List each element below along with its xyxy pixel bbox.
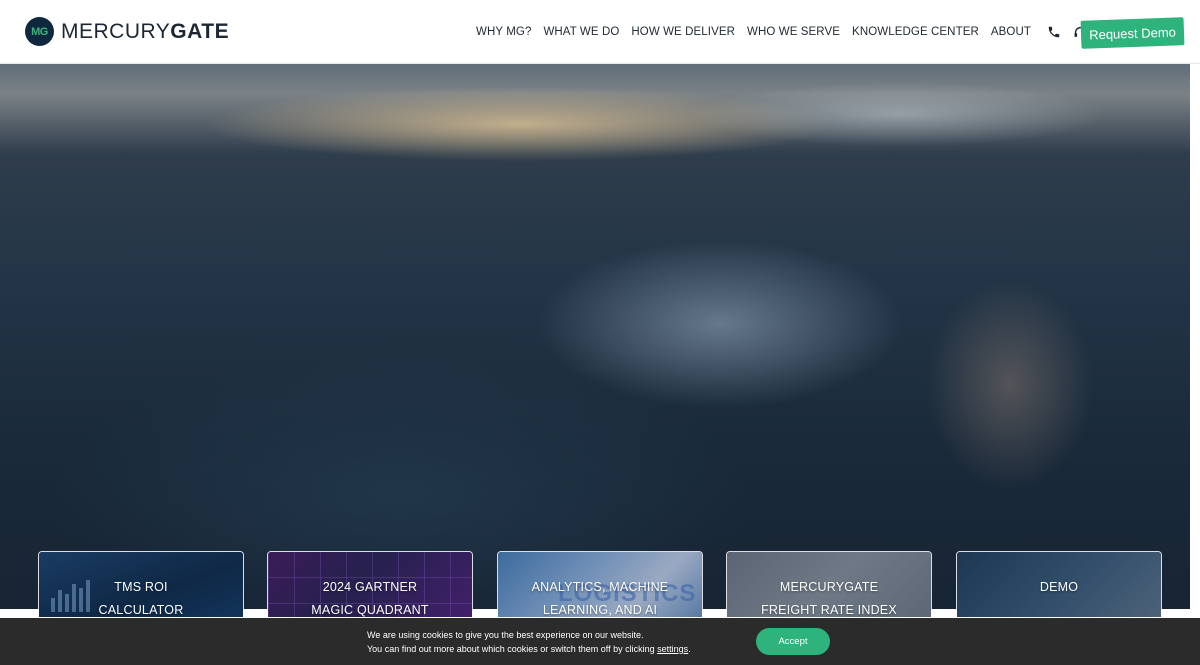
cookie-banner: We are using cookies to give you the bes…: [0, 618, 1200, 665]
nav-item-about[interactable]: ABOUT: [991, 26, 1031, 38]
hero-banner: [0, 64, 1190, 609]
card-title-line2: FREIGHT RATE INDEX: [761, 603, 897, 617]
logo-wordmark-thin: MERCURY: [61, 20, 171, 43]
card-title-line2: LEARNING, AND AI: [542, 603, 658, 617]
cookie-message: We are using cookies to give you the bes…: [367, 628, 691, 656]
card-title-line2: MAGIC QUADRANT: [311, 603, 429, 617]
feature-cards: TMS ROI CALCULATOR 2024 GARTNER MAGIC QU…: [38, 551, 1162, 617]
cookie-accept-button[interactable]: Accept: [756, 628, 830, 655]
phone-icon[interactable]: [1045, 23, 1063, 41]
cookie-line2-suffix: .: [688, 644, 691, 654]
nav-item-how-we-deliver[interactable]: HOW WE DELIVER: [631, 26, 735, 38]
mercurygate-logo[interactable]: MG MERCURYGATE: [25, 17, 229, 46]
cookie-line2-prefix: You can find out more about which cookie…: [367, 644, 658, 654]
card-freight-rate-index[interactable]: MERCURYGATE FREIGHT RATE INDEX: [726, 551, 932, 617]
logo-badge: MG: [25, 17, 54, 46]
card-gartner-magic-quadrant[interactable]: 2024 GARTNER MAGIC QUADRANT: [267, 551, 473, 617]
page-scrollbar-track[interactable]: [1190, 64, 1200, 609]
nav-item-who-we-serve[interactable]: WHO WE SERVE: [747, 26, 840, 38]
card-analytics-ml-ai[interactable]: LOGISTICS ANALYTICS, MACHINE LEARNING, A…: [497, 551, 703, 617]
cookie-message-line1: We are using cookies to give you the bes…: [367, 630, 644, 640]
card-title-line1: ANALYTICS, MACHINE: [531, 580, 669, 594]
logo-badge-text: MG: [31, 25, 48, 38]
request-demo-button[interactable]: Request Demo: [1080, 17, 1185, 49]
card-title-line1: MERCURYGATE: [779, 580, 879, 594]
logo-wordmark-bold: GATE: [170, 20, 230, 43]
nav-item-what-we-do[interactable]: WHAT WE DO: [543, 26, 619, 38]
logo-wordmark: MERCURYGATE: [61, 17, 229, 46]
cookie-settings-link[interactable]: settings: [657, 644, 688, 654]
chart-bars-decoration: [51, 580, 90, 612]
card-title-line2: CALCULATOR: [98, 603, 184, 617]
cookie-message-line2: You can find out more about which cookie…: [367, 642, 691, 656]
site-header: MG MERCURYGATE WHY MG? WHAT WE DO HOW WE…: [0, 0, 1200, 64]
card-title-line1: 2024 GARTNER: [322, 580, 418, 594]
card-title-line1: DEMO: [1039, 580, 1079, 594]
hero-background-image: [0, 64, 1190, 609]
nav-item-knowledge-center[interactable]: KNOWLEDGE CENTER: [852, 26, 979, 38]
card-demo[interactable]: DEMO: [956, 551, 1162, 617]
nav-item-why-mg[interactable]: WHY MG?: [476, 26, 531, 38]
card-tms-roi-calculator[interactable]: TMS ROI CALCULATOR: [38, 551, 244, 617]
main-nav: WHY MG? WHAT WE DO HOW WE DELIVER WHO WE…: [476, 0, 1149, 64]
card-title-line1: TMS ROI: [114, 580, 168, 594]
